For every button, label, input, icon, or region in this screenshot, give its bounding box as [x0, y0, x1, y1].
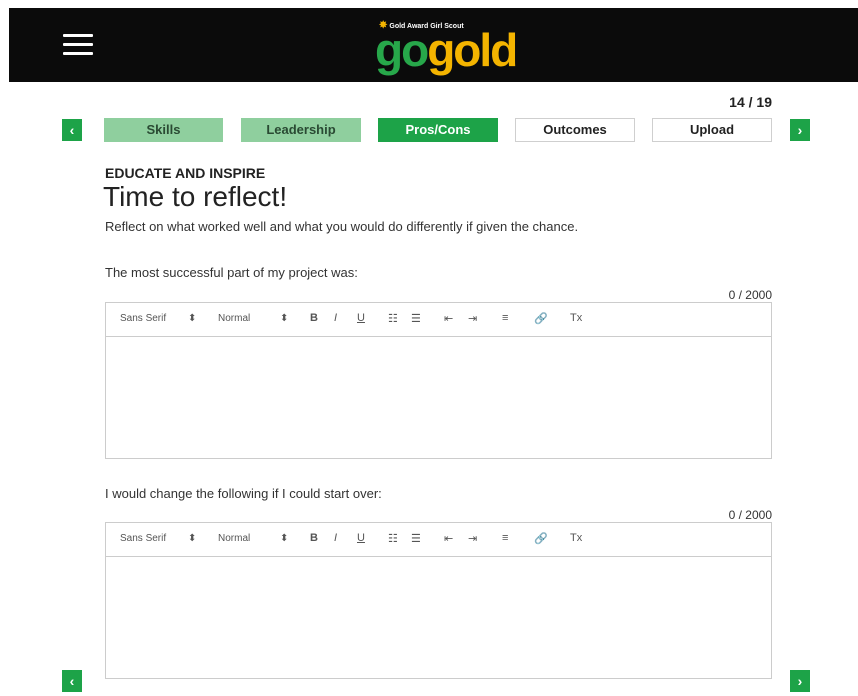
- font-select-arrow-icon[interactable]: ⬍: [188, 313, 196, 324]
- link-icon[interactable]: 🔗: [534, 312, 548, 325]
- editor-text-area[interactable]: [106, 557, 771, 678]
- next-step-button[interactable]: ›: [790, 119, 810, 141]
- page-counter: 14 / 19: [729, 94, 772, 110]
- align-icon[interactable]: ≡: [502, 312, 508, 324]
- editor-toolbar: Sans Serif ⬍ Normal ⬍ B I U ☷ ☰ ⇤ ⇥ ≡ 🔗 …: [106, 523, 771, 557]
- font-select[interactable]: Sans Serif: [120, 533, 166, 544]
- tab-outcomes[interactable]: Outcomes: [515, 118, 635, 142]
- size-select[interactable]: Normal: [218, 533, 250, 544]
- editor-toolbar: Sans Serif ⬍ Normal ⬍ B I U ☷ ☰ ⇤ ⇥ ≡ 🔗 …: [106, 303, 771, 337]
- italic-button[interactable]: I: [334, 312, 337, 324]
- char-counter-successful: 0 / 2000: [728, 288, 772, 302]
- tab-pros-cons[interactable]: Pros/Cons: [378, 118, 498, 142]
- size-select[interactable]: Normal: [218, 313, 250, 324]
- editor-text-area[interactable]: [106, 337, 771, 458]
- clear-format-icon[interactable]: Tx: [570, 312, 582, 324]
- prev-step-button-bottom[interactable]: ‹: [62, 670, 82, 692]
- question-label-successful: The most successful part of my project w…: [105, 265, 358, 280]
- page-title: Time to reflect!: [103, 181, 288, 212]
- align-icon[interactable]: ≡: [502, 532, 508, 544]
- gogold-logo: ✸ Gold Award Girl Scout gogold: [369, 18, 539, 76]
- next-step-button-bottom[interactable]: ›: [790, 670, 810, 692]
- size-select-arrow-icon[interactable]: ⬍: [280, 313, 288, 324]
- question-label-change: I would change the following if I could …: [105, 486, 382, 501]
- indent-decrease-icon[interactable]: ⇤: [444, 312, 453, 325]
- underline-button[interactable]: U: [357, 532, 365, 544]
- char-counter-change: 0 / 2000: [728, 508, 772, 522]
- font-select-arrow-icon[interactable]: ⬍: [188, 533, 196, 544]
- bullet-list-icon[interactable]: ☰: [411, 532, 421, 545]
- indent-increase-icon[interactable]: ⇥: [468, 532, 477, 545]
- tab-skills[interactable]: Skills: [104, 118, 223, 142]
- section-label: EDUCATE AND INSPIRE: [105, 165, 266, 181]
- ordered-list-icon[interactable]: ☷: [388, 532, 398, 545]
- page-subtitle: Reflect on what worked well and what you…: [105, 219, 579, 234]
- prev-step-button[interactable]: ‹: [62, 119, 82, 141]
- tab-upload[interactable]: Upload: [652, 118, 772, 142]
- link-icon[interactable]: 🔗: [534, 532, 548, 545]
- bold-button[interactable]: B: [310, 532, 318, 544]
- size-select-arrow-icon[interactable]: ⬍: [280, 533, 288, 544]
- bullet-list-icon[interactable]: ☰: [411, 312, 421, 325]
- clear-format-icon[interactable]: Tx: [570, 532, 582, 544]
- ordered-list-icon[interactable]: ☷: [388, 312, 398, 325]
- indent-increase-icon[interactable]: ⇥: [468, 312, 477, 325]
- app-header: ✸ Gold Award Girl Scout gogold: [9, 8, 858, 82]
- bold-button[interactable]: B: [310, 312, 318, 324]
- rich-text-editor-change: Sans Serif ⬍ Normal ⬍ B I U ☷ ☰ ⇤ ⇥ ≡ 🔗 …: [105, 522, 772, 679]
- rich-text-editor-successful: Sans Serif ⬍ Normal ⬍ B I U ☷ ☰ ⇤ ⇥ ≡ 🔗 …: [105, 302, 772, 459]
- logo-wordmark: gogold: [375, 24, 518, 76]
- indent-decrease-icon[interactable]: ⇤: [444, 532, 453, 545]
- hamburger-menu-icon[interactable]: [61, 30, 97, 60]
- tab-leadership[interactable]: Leadership: [241, 118, 361, 142]
- font-select[interactable]: Sans Serif: [120, 313, 166, 324]
- underline-button[interactable]: U: [357, 312, 365, 324]
- italic-button[interactable]: I: [334, 532, 337, 544]
